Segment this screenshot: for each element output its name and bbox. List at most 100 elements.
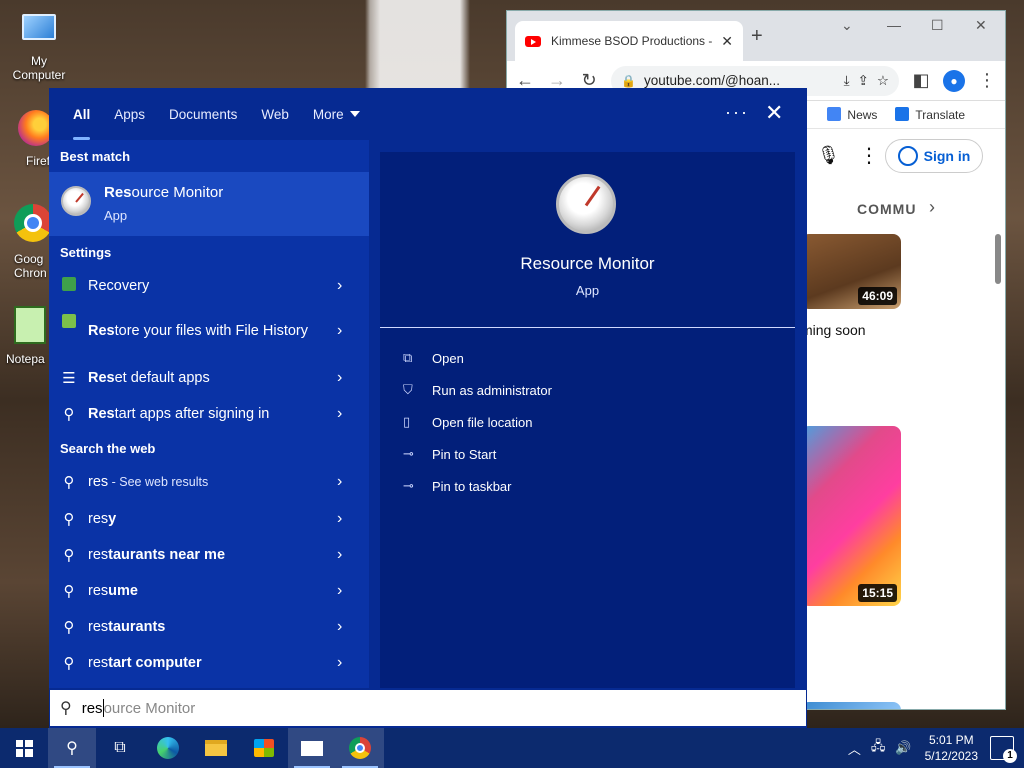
search-icon: ⚲: [63, 511, 75, 528]
install-icon[interactable]: ⤓: [844, 73, 850, 89]
more-options-icon[interactable]: ···: [725, 102, 749, 123]
maximize-button[interactable]: ☐: [931, 17, 944, 34]
action-pin-to-start[interactable]: ⊸ Pin to Start: [403, 446, 496, 462]
bookmark-news[interactable]: News: [827, 107, 877, 122]
web-result-resy[interactable]: ⚲ resy ›: [49, 501, 369, 537]
windows-search-panel: All Apps Documents Web More ··· ✕ Best m…: [49, 88, 807, 728]
profile-avatar-icon[interactable]: ●: [943, 69, 965, 92]
tab-apps[interactable]: Apps: [102, 88, 157, 140]
search-icon: ⚲: [63, 583, 75, 600]
network-icon[interactable]: 🖧: [871, 737, 886, 759]
microphone-icon[interactable]: 🎙: [817, 145, 840, 166]
close-search-button[interactable]: ✕: [765, 100, 783, 126]
volume-icon[interactable]: 🔊: [895, 740, 911, 756]
resource-monitor-large-icon: [556, 174, 616, 234]
best-match-heading: Best match: [60, 149, 131, 164]
system-tray: ︿ 🖧 🔊 5:01 PM 5/12/2023 1: [843, 728, 1024, 768]
bookmark-star-icon[interactable]: ☆: [877, 73, 889, 89]
result-detail-pane: Resource Monitor App ⧉ Open ⛉ Run as admin…: [380, 152, 795, 688]
minimize-button[interactable]: —: [887, 17, 901, 33]
tab-web[interactable]: Web: [249, 88, 301, 140]
chrome-icon: [349, 737, 371, 759]
video-status-text: ming soon: [801, 322, 866, 338]
chevron-right-icon: ›: [337, 654, 343, 671]
web-result-resume[interactable]: ⚲ resume ›: [49, 573, 369, 609]
web-result-restaurants[interactable]: ⚲ restaurants ›: [49, 609, 369, 645]
notification-center-button[interactable]: 1: [990, 736, 1017, 763]
taskbar-file-explorer[interactable]: [192, 728, 240, 768]
search-results-list: Best match Resource Monitor App Settings…: [49, 140, 369, 688]
new-tab-button[interactable]: +: [751, 25, 763, 48]
sign-in-button[interactable]: Sign in: [885, 139, 983, 173]
tab-more[interactable]: More: [301, 88, 372, 140]
action-open-file-location[interactable]: ▯ Open file location: [403, 414, 532, 430]
video-thumbnail[interactable]: [801, 702, 901, 709]
chevron-right-icon: ›: [337, 582, 343, 599]
youtube-favicon-icon: [525, 35, 541, 47]
default-apps-icon: ☰: [62, 370, 76, 387]
web-result-restart-computer[interactable]: ⚲ restart computer ›: [49, 645, 369, 681]
action-pin-to-taskbar[interactable]: ⊸ Pin to taskbar: [403, 478, 512, 494]
close-tab-icon[interactable]: ✕: [721, 33, 733, 50]
tab-all[interactable]: All: [61, 88, 102, 140]
desktop-icon-my-computer[interactable]: My Computer: [4, 10, 74, 82]
windows-logo-icon: [15, 739, 33, 757]
more-options-icon[interactable]: ⋮: [859, 143, 879, 168]
taskbar-mail[interactable]: [288, 728, 336, 768]
taskbar: ⚲ ⧉ ︿ 🖧 🔊 5:01 PM 5/12/2023 1: [0, 728, 1024, 768]
action-open[interactable]: ⧉ Open: [403, 350, 464, 366]
taskbar-edge[interactable]: [144, 728, 192, 768]
clock[interactable]: 5:01 PM 5/12/2023: [925, 732, 978, 764]
chevron-right-icon: ›: [337, 473, 343, 490]
video-thumbnail[interactable]: 46:09: [801, 234, 901, 309]
settings-heading: Settings: [60, 245, 112, 260]
search-icon: ⚲: [66, 740, 78, 757]
bookmark-translate[interactable]: Translate: [895, 107, 965, 122]
video-duration: 15:15: [858, 584, 897, 602]
task-view-icon: ⧉: [114, 739, 126, 756]
share-icon[interactable]: ⇪: [858, 73, 869, 89]
web-result-res[interactable]: ⚲ res - See web results ›: [49, 464, 369, 500]
start-button[interactable]: [0, 728, 48, 768]
search-icon: ⚲: [60, 700, 72, 717]
tab-documents[interactable]: Documents: [157, 88, 249, 140]
detail-subtitle: App: [575, 283, 600, 298]
recovery-icon: [60, 277, 78, 295]
chrome-menu-icon[interactable]: ⋮: [977, 70, 997, 91]
scrollbar-thumb[interactable]: [995, 234, 1001, 284]
setting-item-recovery[interactable]: Recovery ›: [49, 268, 369, 304]
chevron-up-icon[interactable]: ︿: [848, 739, 861, 758]
taskbar-chrome[interactable]: [336, 728, 384, 768]
chevron-right-icon[interactable]: ›: [929, 197, 935, 218]
taskbar-store[interactable]: [240, 728, 288, 768]
search-filter-tabs: All Apps Documents Web More ··· ✕: [49, 88, 807, 140]
chevron-down-icon[interactable]: ⌄: [841, 17, 853, 34]
side-panel-icon[interactable]: ◧: [911, 70, 931, 91]
mail-icon: [301, 740, 323, 756]
video-thumbnail[interactable]: 15:15: [801, 426, 901, 606]
notification-badge: 1: [1003, 749, 1017, 763]
chevron-right-icon: ›: [337, 369, 343, 386]
setting-item-restore-files[interactable]: Restore your files with File History ›: [49, 306, 369, 356]
web-result-restaurants-near-me[interactable]: ⚲ restaurants near me ›: [49, 537, 369, 573]
search-button[interactable]: ⚲: [48, 728, 96, 768]
video-duration: 46:09: [858, 287, 897, 305]
best-match-resource-monitor[interactable]: Resource Monitor App: [49, 172, 369, 236]
action-run-as-administrator[interactable]: ⛉ Run as administrator: [403, 382, 552, 398]
chevron-right-icon: ›: [337, 277, 343, 294]
open-icon: ⧉: [403, 350, 413, 365]
search-icon: ⚲: [63, 547, 75, 564]
tab-strip: Kimmese BSOD Productions - ✕ + ⌄ — ☐ ✕: [507, 11, 1005, 61]
chrome-icon: [14, 204, 52, 242]
caret-down-icon: [349, 111, 360, 117]
close-window-button[interactable]: ✕: [975, 17, 987, 34]
browser-tab-youtube[interactable]: Kimmese BSOD Productions - ✕: [515, 21, 743, 61]
setting-item-restart-apps[interactable]: ⚲ Restart apps after signing in ›: [49, 396, 369, 432]
pin-icon: ⊸: [403, 478, 414, 493]
task-view-button[interactable]: ⧉: [96, 728, 144, 768]
shield-icon: ⛉: [403, 382, 413, 397]
setting-item-reset-default-apps[interactable]: ☰ Reset default apps ›: [49, 360, 369, 396]
search-input[interactable]: ⚲ res ource Monitor: [50, 690, 806, 726]
edge-icon: [157, 737, 179, 759]
community-tab[interactable]: COMMU: [857, 201, 916, 217]
